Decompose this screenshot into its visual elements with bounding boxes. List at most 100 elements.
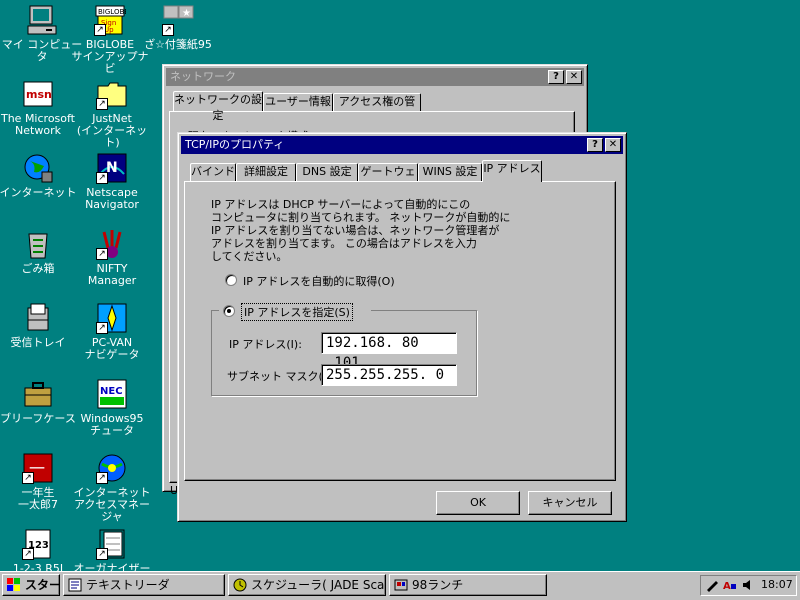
- network-close-button[interactable]: ✕: [566, 70, 582, 84]
- desktop-icon-label: Netscape Navigator: [85, 186, 139, 211]
- tab-access-control[interactable]: アクセス権の管理: [333, 93, 421, 124]
- desktop-icon-justnet[interactable]: ↗ JustNet (インターネット): [70, 78, 154, 149]
- tab-gateway[interactable]: ゲートウェイ: [358, 163, 418, 194]
- desktop-icon-label: Windows95 チュータ: [80, 412, 144, 437]
- desktop-icon-label: PC-VAN ナビゲータ: [84, 336, 140, 361]
- inbox-icon: [22, 302, 54, 334]
- shortcut-arrow-icon: ↗: [96, 322, 108, 334]
- desktop-icon-label: ざ☆付箋紙95: [144, 38, 212, 51]
- tab-wins[interactable]: WINS 設定: [418, 163, 482, 181]
- radio-auto-ip-label[interactable]: IP アドレスを自動的に取得(O): [243, 273, 395, 289]
- network-help-button[interactable]: ?: [548, 70, 564, 84]
- desktop-icon-label: インターネット アクセスマネージャ: [73, 486, 151, 523]
- scheduler-clock-icon: [233, 578, 247, 592]
- tcpip-title: TCP/IPのプロパティ: [185, 138, 285, 151]
- volume-tray-icon[interactable]: [741, 578, 755, 592]
- subnet-mask-field[interactable]: 255.255.255. 0: [321, 364, 457, 386]
- desktop-icon-label: The Microsoft Network: [0, 112, 75, 137]
- ip-description: IP アドレスは DHCP サーバーによって自動的にこの コンピュータに割り当て…: [211, 198, 511, 263]
- system-tray: A 18:07: [700, 575, 797, 596]
- organizer-icon: ↗: [96, 528, 128, 560]
- desktop-icon-recycle-bin[interactable]: ごみ箱: [0, 228, 80, 275]
- taskbar-item-98launch[interactable]: 98ランチ: [389, 574, 547, 596]
- desktop-icon-ichitaro[interactable]: 一 ↗ 一年生 一太郎7: [0, 452, 80, 511]
- desktop-icon-pcvan[interactable]: ↗ PC-VAN ナビゲータ: [70, 302, 154, 361]
- ip-address-tab-panel: IP アドレスは DHCP サーバーによって自動的にこの コンピュータに割り当て…: [184, 181, 616, 481]
- desktop-icon-label: ごみ箱: [21, 262, 55, 275]
- desktop-icon-label: JustNet (インターネット): [76, 112, 148, 149]
- shortcut-arrow-icon: ↗: [96, 248, 108, 260]
- tab-network-settings[interactable]: ネットワークの設定: [173, 91, 263, 122]
- nec-tutor-icon: NEC: [96, 378, 128, 410]
- biglobe-signup-icon: BIGLOBE Sign Up ↗: [94, 4, 129, 36]
- desktop-icon-nifty[interactable]: ↗ NIFTY Manager: [70, 228, 154, 287]
- shortcut-arrow-icon: ↗: [96, 172, 108, 184]
- desktop-icon-label: 一年生 一太郎7: [18, 486, 58, 511]
- tab-advanced[interactable]: 詳細設定: [236, 163, 296, 181]
- desktop-icon-tutor[interactable]: NEC Windows95 チュータ: [70, 378, 154, 437]
- tcpip-titlebar[interactable]: TCP/IPのプロパティ ? ✕: [181, 136, 623, 154]
- tcpip-dialog: TCP/IPのプロパティ ? ✕ バインド 詳細設定 DNS 設定 ゲートウェイ…: [177, 132, 627, 522]
- taskbar-item-label: スケジューラ( JADE Sca...: [251, 578, 386, 592]
- desktop-icon-msn[interactable]: msn The Microsoft Network: [0, 78, 80, 137]
- netscape-icon: N ↗: [96, 152, 128, 184]
- help-button[interactable]: ?: [587, 138, 603, 152]
- shortcut-arrow-icon: ↗: [96, 548, 108, 560]
- my-computer-icon: [26, 4, 58, 36]
- shortcut-arrow-icon: ↗: [162, 24, 174, 36]
- desktop-icon-fusen[interactable]: ★ ↗ ざ☆付箋紙95: [136, 4, 220, 51]
- shortcut-arrow-icon: ↗: [22, 548, 34, 560]
- nifty-icon: ↗: [96, 228, 128, 260]
- taskbar-item-label: 98ランチ: [412, 578, 464, 592]
- svg-text:msn: msn: [26, 88, 52, 101]
- recycle-bin-icon: [22, 228, 54, 260]
- desktop-icon-lotus[interactable]: 123 ↗ 1-2-3 R5J: [0, 528, 80, 575]
- desktop-icon-briefcase[interactable]: ブリーフケース: [0, 378, 80, 425]
- tab-ip-address[interactable]: IP アドレス: [482, 160, 542, 182]
- radio-manual-ip-label[interactable]: IP アドレスを指定(S): [241, 303, 353, 321]
- desktop-icon-inbox[interactable]: 受信トレイ: [0, 302, 80, 349]
- pen-tray-icon[interactable]: [705, 578, 719, 592]
- network-title: ネットワーク: [170, 70, 236, 83]
- svg-text:★: ★: [182, 8, 191, 19]
- desktop-icon-organizer[interactable]: ↗ オーガナイザー: [70, 528, 154, 575]
- desktop-icon-access-manager[interactable]: ↗ インターネット アクセスマネージャ: [70, 452, 154, 523]
- fusen-sticky-icon: ★ ↗: [162, 4, 194, 36]
- start-button[interactable]: スタート: [2, 574, 60, 596]
- briefcase-icon: [22, 378, 54, 410]
- desktop-icon-label: インターネット: [0, 186, 77, 199]
- pcvan-icon: ↗: [96, 302, 128, 334]
- access-manager-icon: ↗: [96, 452, 128, 484]
- ip-address-field[interactable]: 192.168. 80 .101: [321, 332, 457, 371]
- ichitaro-icon: 一 ↗: [22, 452, 54, 484]
- radio-auto-ip[interactable]: [225, 274, 237, 286]
- start-label: スタート: [25, 578, 60, 592]
- network-titlebar[interactable]: ネットワーク ? ✕: [166, 68, 584, 86]
- text-reader-icon: [68, 578, 82, 592]
- close-button[interactable]: ✕: [605, 138, 621, 152]
- ok-button[interactable]: OK: [436, 491, 520, 515]
- cancel-button[interactable]: キャンセル: [528, 491, 612, 515]
- taskbar-item-scheduler[interactable]: スケジューラ( JADE Sca...: [228, 574, 386, 596]
- folder-icon: ↗: [96, 78, 128, 110]
- tab-user-info[interactable]: ユーザー情報: [263, 93, 333, 111]
- desktop-icon-label: ブリーフケース: [0, 412, 76, 425]
- shortcut-arrow-icon: ↗: [96, 472, 108, 484]
- desktop-icon-internet[interactable]: インターネット: [0, 152, 80, 199]
- clock[interactable]: 18:07: [761, 578, 793, 591]
- radio-manual-ip[interactable]: [223, 305, 235, 317]
- svg-text:NEC: NEC: [100, 386, 123, 397]
- taskbar-item-text-reader[interactable]: テキストリーダ: [63, 574, 225, 596]
- shortcut-arrow-icon: ↗: [94, 24, 106, 36]
- desktop-icon-netscape[interactable]: N ↗ Netscape Navigator: [70, 152, 154, 211]
- tab-bind[interactable]: バインド: [190, 163, 236, 181]
- ip-address-label: IP アドレス(I):: [229, 338, 302, 351]
- desktop-icon-label: NIFTY Manager: [87, 262, 137, 287]
- svg-text:A: A: [723, 581, 731, 592]
- internet-globe-icon: [22, 152, 54, 184]
- ime-tray-icon[interactable]: A: [723, 578, 737, 592]
- radio-manual-container: IP アドレスを指定(S): [219, 302, 371, 321]
- tab-dns[interactable]: DNS 設定: [296, 163, 358, 181]
- shortcut-arrow-icon: ↗: [96, 98, 108, 110]
- taskbar-item-label: テキストリーダ: [86, 578, 170, 592]
